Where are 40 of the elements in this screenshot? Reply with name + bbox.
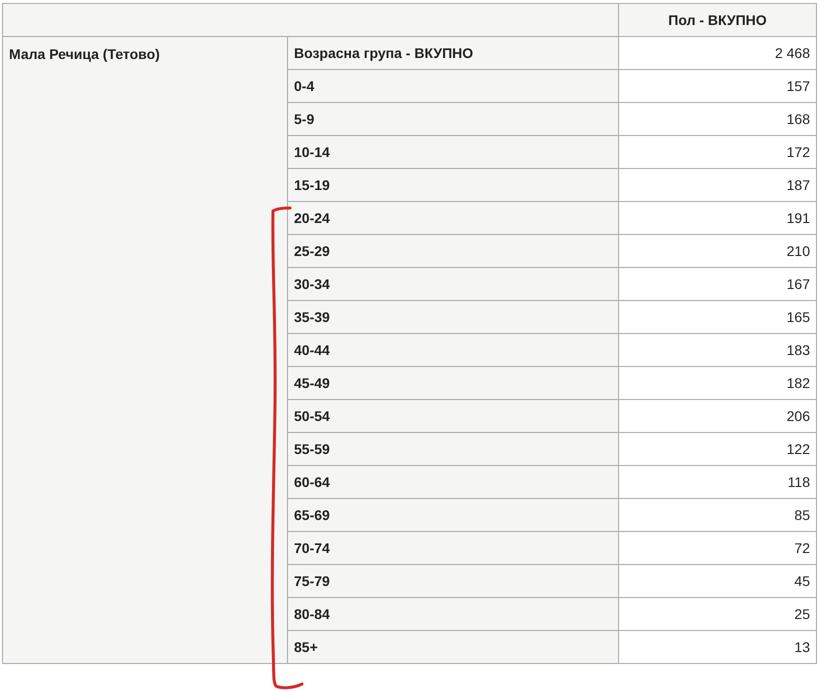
- table-cell: 157: [618, 70, 816, 102]
- row-header: 15-19: [288, 168, 618, 202]
- row-header: 20-24: [288, 202, 618, 234]
- row-header: 0-4: [288, 70, 618, 102]
- column-header: Пол - ВКУПНО: [618, 4, 816, 36]
- row-header: 55-59: [288, 432, 618, 466]
- row-header: 50-54: [288, 400, 618, 432]
- row-header: 60-64: [288, 466, 618, 498]
- table-cell: 182: [618, 366, 816, 400]
- table-cell: 122: [618, 432, 816, 466]
- row-header: 35-39: [288, 300, 618, 334]
- row-header: 80-84: [288, 598, 618, 630]
- table-cell: 183: [618, 334, 816, 366]
- table-cell: 210: [618, 234, 816, 268]
- row-header: 25-29: [288, 234, 618, 268]
- table-cell: 191: [618, 202, 816, 234]
- table-cell: 118: [618, 466, 816, 498]
- row-header: Возрасна група - ВКУПНО: [288, 36, 618, 70]
- row-header: 65-69: [288, 498, 618, 532]
- row-header: 75-79: [288, 564, 618, 598]
- table-cell: 165: [618, 300, 816, 334]
- table-cell: 85: [618, 498, 816, 532]
- row-group-header: Мала Речица (Тетово): [2, 36, 288, 664]
- row-header: 40-44: [288, 334, 618, 366]
- table-cell: 25: [618, 598, 816, 630]
- table-cell: 167: [618, 268, 816, 300]
- table-cell: 187: [618, 168, 816, 202]
- table-cell: 72: [618, 532, 816, 564]
- row-header: 30-34: [288, 268, 618, 300]
- table-cell: 168: [618, 102, 816, 136]
- row-header: 85+: [288, 630, 618, 664]
- table-cell: 2 468: [618, 36, 816, 70]
- row-header: 45-49: [288, 366, 618, 400]
- table-cell: 13: [618, 630, 816, 664]
- table-cell: 172: [618, 136, 816, 168]
- row-header: 5-9: [288, 102, 618, 136]
- row-header: 70-74: [288, 532, 618, 564]
- row-header: 10-14: [288, 136, 618, 168]
- table-cell: 45: [618, 564, 816, 598]
- table-cell: 206: [618, 400, 816, 432]
